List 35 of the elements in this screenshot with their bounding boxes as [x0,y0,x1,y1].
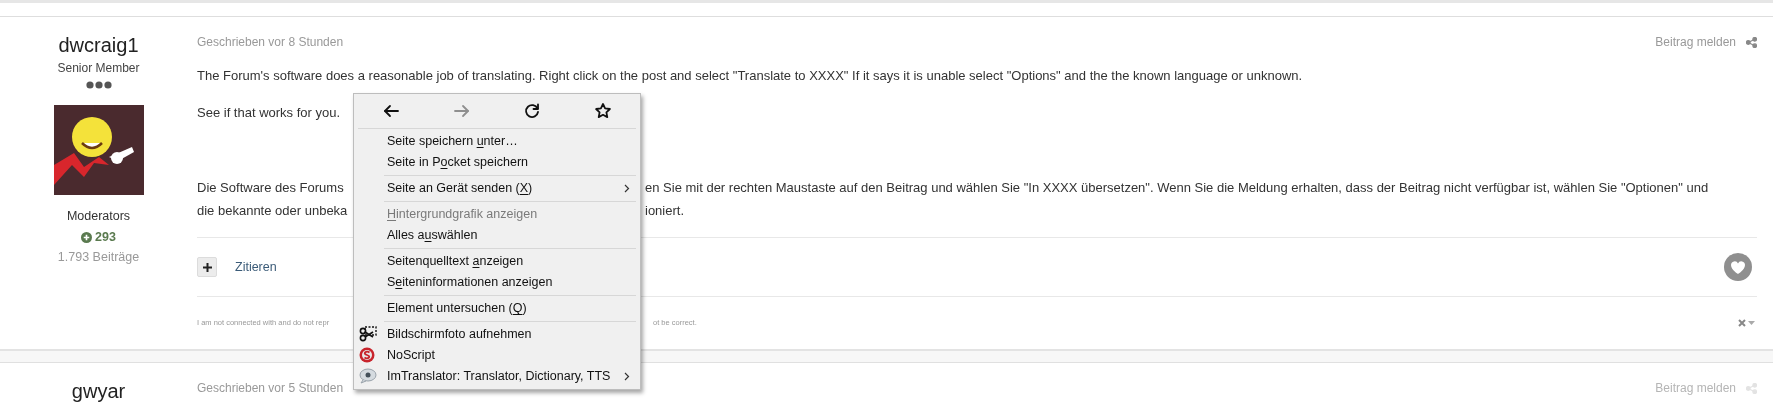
quote-link[interactable]: Zitieren [235,257,277,277]
post-text: ioniert. [645,202,685,220]
rank-dots-icon [85,81,112,89]
menu-item[interactable]: Bildschirmfoto aufnehmen [354,324,640,345]
post-text: The Forum's software does a reasonable job of translating. Right click on the post and select "Translate to XXXX" If it says it is unable select "Options" and the the known language or unknown. [197,67,1303,85]
menu-item[interactable]: Seite an Gerät senden (X) [354,178,640,199]
close-icon[interactable] [1738,319,1746,327]
shield-s-icon [359,347,375,363]
post-count: 1.793 Beiträge [57,248,140,266]
post-text: die bekannte oder unbeka [197,202,349,220]
plus-icon [202,262,212,272]
author-name[interactable]: dwcraig1 [58,33,139,57]
menu-item[interactable]: Element untersuchen (Q) [354,298,640,319]
post-text: Die Software des Forums [197,179,345,197]
reputation-count: 293 [95,228,116,246]
plus-circle-icon [81,231,93,243]
member-rank: Senior Member [57,60,140,77]
menu-item[interactable]: Seite in Pocket speichern [354,152,640,173]
add-button[interactable] [197,257,217,277]
post-timestamp: Geschrieben vor 5 Stunden [197,380,344,397]
author-name[interactable]: gwyar [71,379,126,403]
post-text: en Sie mit der rechten Maustaste auf den Beitrag und wählen Sie "In XXXX übersetzen". Wenn Sie die Meldung erhalten, dass der Beitrag nicht verfügbar ist, wählen Sie "Optionen" und [645,179,1709,197]
member-group: Moderators [66,207,131,226]
menu-item[interactable]: Seiteninformationen anzeigen [354,272,640,293]
scissors-icon [359,326,377,342]
menu-item[interactable]: Seitenquelltext anzeigen [354,251,640,272]
caret-icon[interactable] [1748,320,1755,326]
menu-item[interactable]: Seite speichern unter… [354,131,640,152]
menu-item[interactable]: ImTranslator: Translator, Dictionary, TTS [354,366,640,387]
share-icon[interactable] [1746,36,1757,48]
speech-bubble-icon [359,368,377,384]
menu-item[interactable]: Alles auswählen [354,225,640,246]
menu-item[interactable]: NoScript [354,345,640,366]
post-timestamp: Geschrieben vor 8 Stunden [197,34,344,51]
post-text: See if that works for you. [197,104,341,122]
